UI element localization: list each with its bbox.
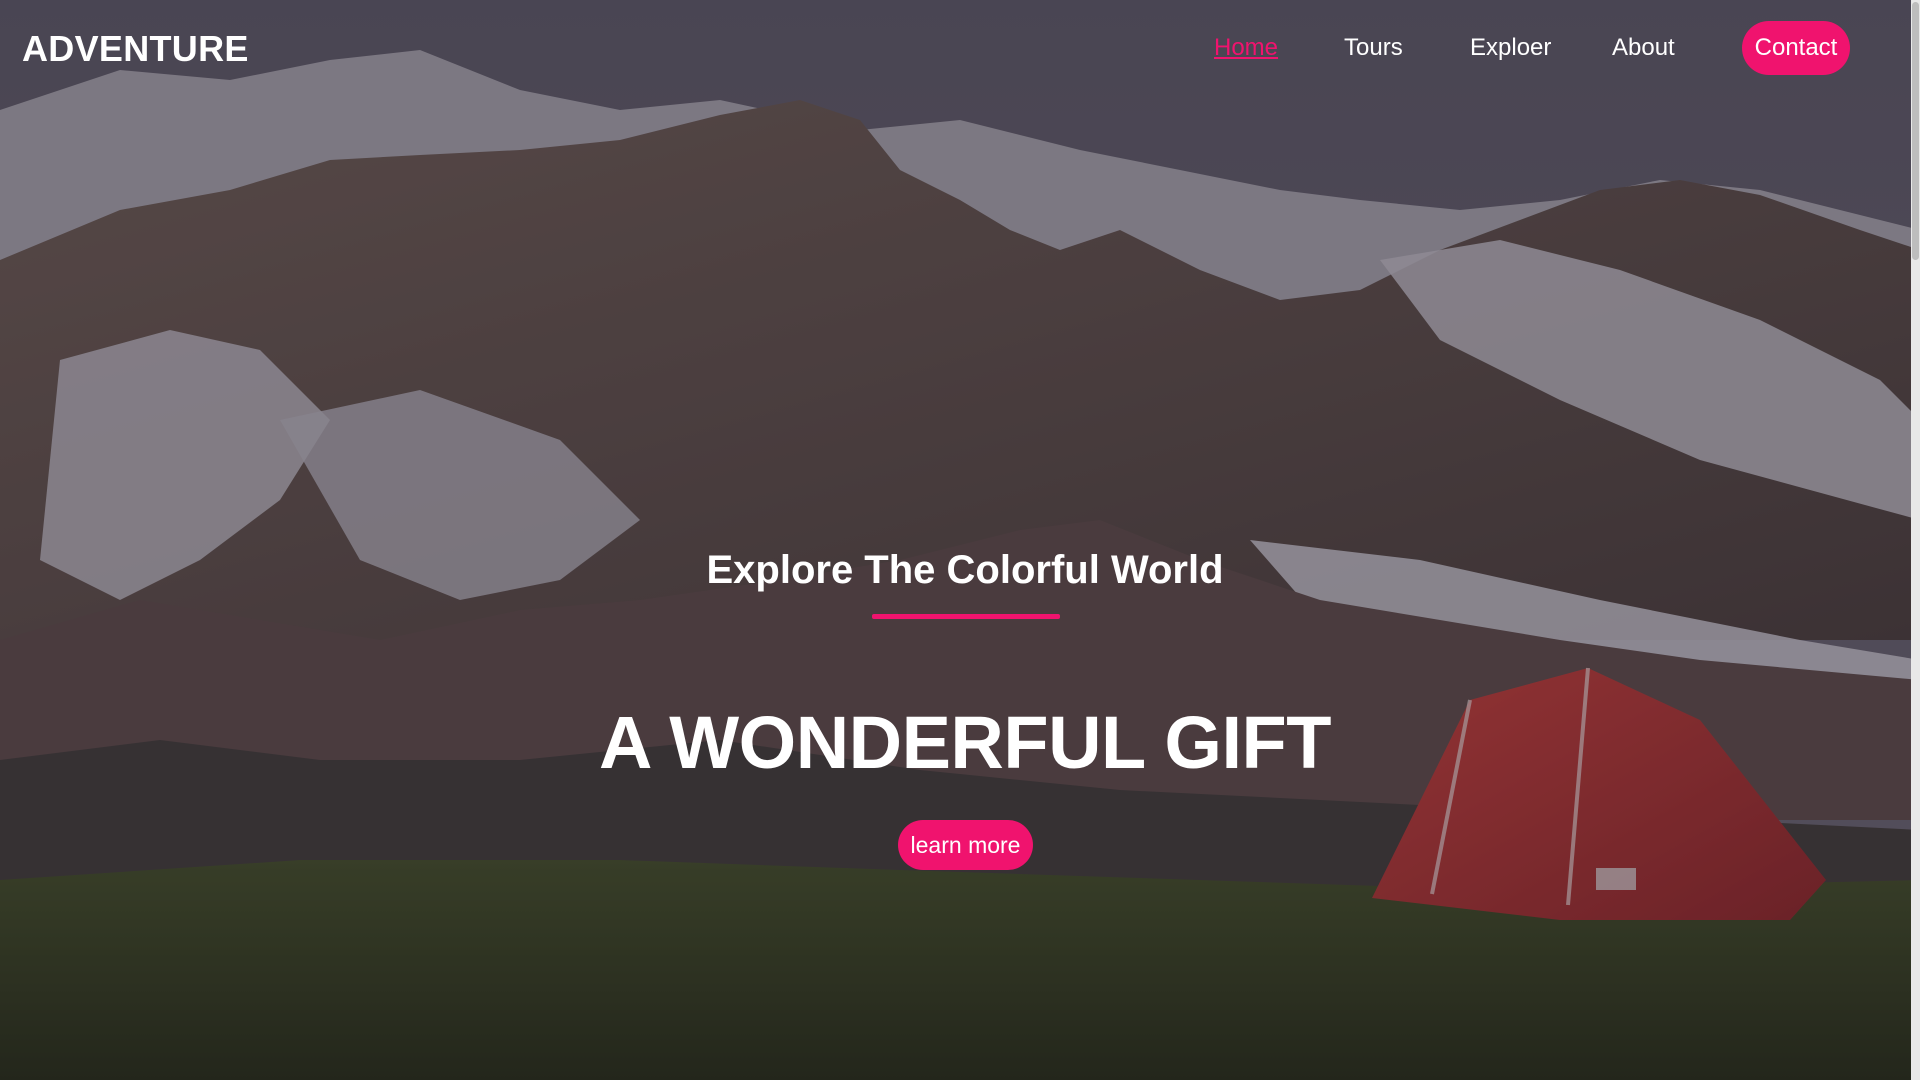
tagline-underline (872, 614, 1060, 619)
hero-tagline: Explore The Colorful World (706, 548, 1224, 592)
hero-section: ADVENTURE Home Tours Exploer About Conta… (0, 0, 1920, 1080)
hero-headline: A WONDERFUL GIFT (599, 701, 1331, 784)
learn-more-button[interactable]: learn more (898, 820, 1033, 870)
hero-content: Explore The Colorful World A WONDERFUL G… (0, 0, 1920, 1080)
